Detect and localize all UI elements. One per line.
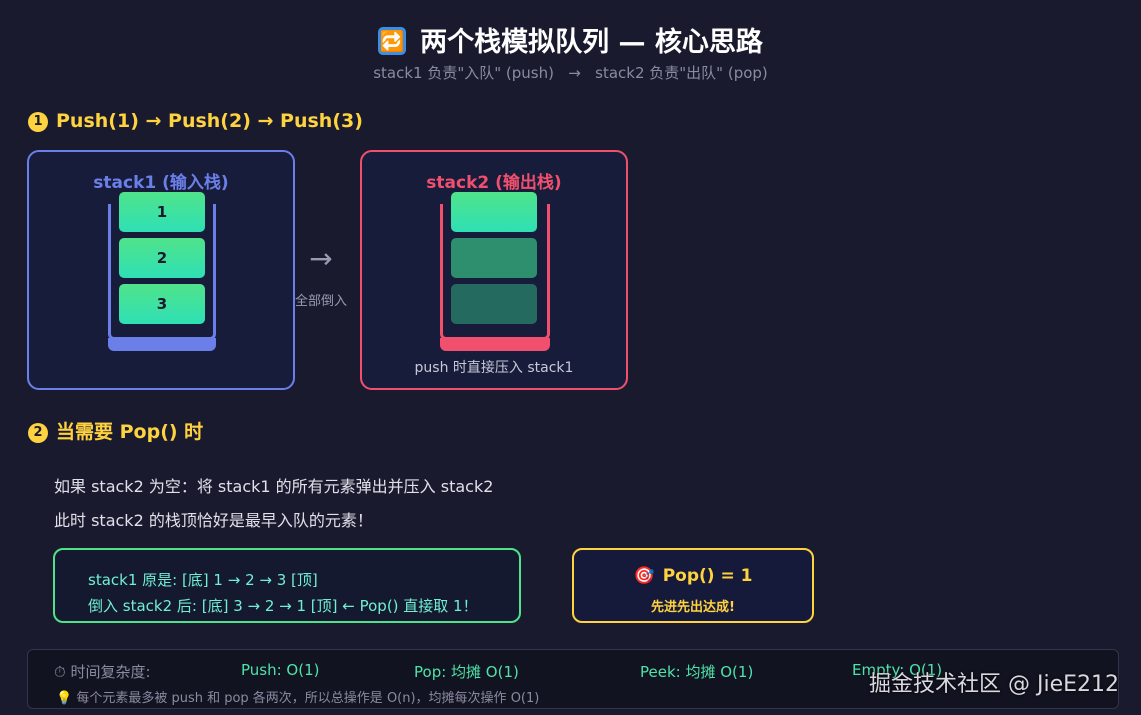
stack2-base [440, 338, 550, 351]
stack1-item: 1 [119, 192, 205, 232]
transfer-info-box: stack1 原是: [底] 1 → 2 → 3 [顶] 倒入 stack2 后… [53, 548, 521, 623]
complexity-push: Push: O(1) [241, 661, 320, 679]
target-icon: 🎯 [633, 566, 655, 586]
transfer-arrow-icon: → [309, 242, 333, 275]
info-line1: stack1 原是: [底] 1 → 2 → 3 [顶] [88, 571, 318, 589]
stack1-panel: stack1 (输入栈) 1 2 3 [27, 150, 295, 390]
stack1-item: 2 [119, 238, 205, 278]
repeat-icon: 🔁 [378, 27, 407, 55]
info-line2: 倒入 stack2 后: [底] 3 → 2 → 1 [顶] ← Pop() 直… [88, 597, 478, 615]
stack2-slot [451, 192, 537, 232]
transfer-label: 全部倒入 [294, 294, 347, 309]
pop-result-title: 🎯 Pop() = 1 [574, 566, 812, 586]
step2-number: 2 [28, 423, 48, 443]
stack1-item: 3 [119, 284, 205, 324]
step2-title: 当需要 Pop() 时 [56, 421, 204, 443]
stack2-title: stack2 (输出栈) [426, 173, 562, 193]
step1-heading: 1 Push(1) → Push(2) → Push(3) [28, 110, 363, 132]
complexity-note: 💡 每个元素最多被 push 和 pop 各两次，所以总操作是 O(n)，均摊每… [56, 691, 540, 706]
stack2-slot [451, 284, 537, 324]
pop-result-box: 🎯 Pop() = 1 先进先出达成! [572, 548, 814, 623]
watermark: 掘金技术社区 @ JieE212 [868, 672, 1119, 697]
complexity-label: ⏱ 时间复杂度: [54, 663, 151, 681]
step2-heading: 2 当需要 Pop() 时 [28, 417, 203, 444]
page-subtitle: stack1 负责"入队" (push) → stack2 负责"出队" (po… [373, 64, 768, 82]
pop-result-subtitle: 先进先出达成! [651, 600, 735, 615]
stack1-base [108, 338, 216, 351]
page-title: 🔁 两个栈模拟队列 — 核心思路 [0, 20, 1141, 59]
title-text: 两个栈模拟队列 — 核心思路 [420, 27, 763, 58]
stack2-caption: push 时直接压入 stack1 [414, 360, 574, 376]
step2-line2: 此时 stack2 的栈顶恰好是最早入队的元素！ [54, 511, 373, 530]
step1-title: Push(1) → Push(2) → Push(3) [56, 110, 363, 132]
complexity-peek: Peek: 均摊 O(1) [640, 663, 754, 681]
step2-line1: 如果 stack2 为空：将 stack1 的所有元素弹出并压入 stack2 [54, 477, 494, 496]
stack2-panel: stack2 (输出栈) push 时直接压入 stack1 [360, 150, 628, 390]
step1-number: 1 [28, 112, 48, 132]
stack2-slot [451, 238, 537, 278]
complexity-pop: Pop: 均摊 O(1) [414, 663, 519, 681]
stack1-title: stack1 (输入栈) [93, 173, 229, 193]
pop-result-value: Pop() = 1 [662, 566, 753, 586]
